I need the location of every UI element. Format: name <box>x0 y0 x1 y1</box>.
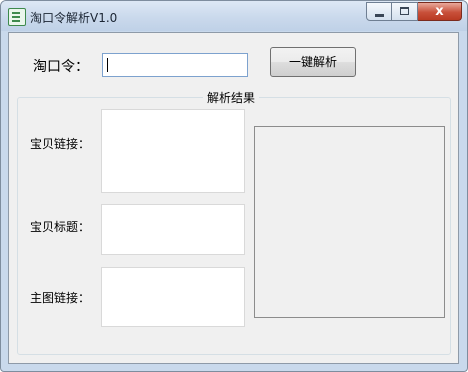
minimize-button[interactable] <box>366 2 392 21</box>
image-preview-box <box>254 126 445 318</box>
window-title: 淘口令解析V1.0 <box>30 11 118 25</box>
main-image-link-label: 主图链接： <box>30 291 91 305</box>
maximize-icon <box>400 7 409 15</box>
maximize-button[interactable] <box>392 2 418 21</box>
item-title-label: 宝贝标题： <box>30 220 91 234</box>
main-image-link-field[interactable] <box>101 267 245 327</box>
app-window: 淘口令解析V1.0 x 淘口令： 一键解析 解析结果 宝贝链接： 宝贝标题： 主… <box>0 0 468 372</box>
close-icon: x <box>435 4 444 19</box>
client-area: 淘口令： 一键解析 解析结果 宝贝链接： 宝贝标题： 主图链接： <box>8 32 459 364</box>
window-controls: x <box>366 2 462 21</box>
item-title-field[interactable] <box>101 204 245 255</box>
item-link-field[interactable] <box>101 109 245 193</box>
text-caret <box>107 58 108 72</box>
item-link-label: 宝贝链接： <box>30 137 91 151</box>
minimize-icon <box>375 14 384 17</box>
close-button[interactable]: x <box>418 2 462 21</box>
result-group-title: 解析结果 <box>203 89 260 106</box>
app-icon <box>8 8 26 26</box>
title-bar[interactable]: 淘口令解析V1.0 x <box>1 1 467 31</box>
parse-button[interactable]: 一键解析 <box>270 47 356 77</box>
command-label: 淘口令： <box>33 59 89 75</box>
command-input[interactable] <box>102 53 248 77</box>
